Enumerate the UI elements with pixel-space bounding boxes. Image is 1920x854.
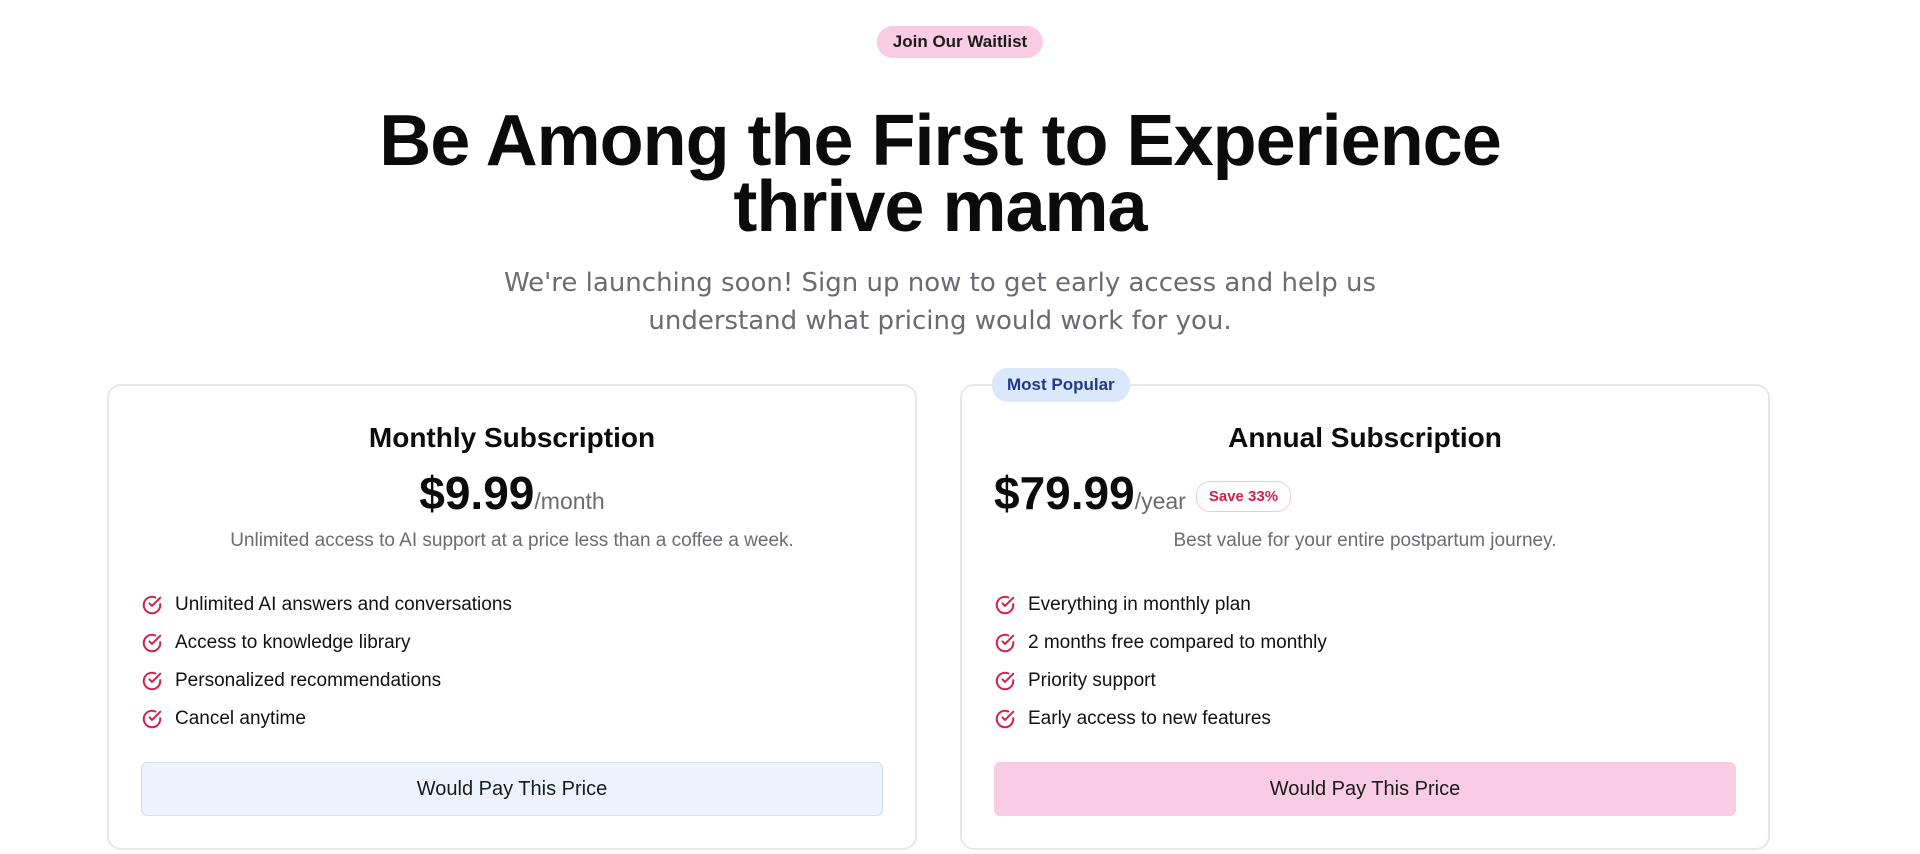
monthly-price: $9.99 <box>419 467 535 519</box>
feature-item: Early access to new features <box>994 700 1327 738</box>
check-circle-icon <box>142 709 162 729</box>
check-circle-icon <box>142 595 162 615</box>
annual-period: /year <box>1134 488 1186 514</box>
page-title: Be Among the First to Experience thrive … <box>0 105 1880 243</box>
feature-item: Everything in monthly plan <box>994 586 1327 624</box>
feature-item: Personalized recommendations <box>141 662 512 700</box>
annual-plan-title: Annual Subscription <box>1228 422 1502 453</box>
page-subtitle-line-2: understand what pricing would work for y… <box>648 306 1232 336</box>
monthly-plan-title: Monthly Subscription <box>368 422 656 453</box>
feature-item: Priority support <box>994 662 1327 700</box>
page-subtitle-line-1: We're launching soon! Sign up now to get… <box>503 268 1377 298</box>
annual-plan-card: Annual Subscription $79.99/year Save 33% … <box>960 384 1770 850</box>
most-popular-badge: Most Popular <box>992 368 1130 402</box>
feature-label: Cancel anytime <box>175 708 306 729</box>
feature-label: Priority support <box>1028 670 1156 691</box>
monthly-feature-list: Unlimited AI answers and conversations A… <box>141 586 512 738</box>
feature-label: Personalized recommendations <box>175 670 442 691</box>
monthly-plan-description: Unlimited access to AI support at a pric… <box>230 530 794 551</box>
check-circle-icon <box>995 595 1015 615</box>
feature-label: Everything in monthly plan <box>1028 594 1251 615</box>
save-badge: Save 33% <box>1195 481 1292 512</box>
feature-item: 2 months free compared to monthly <box>994 624 1327 662</box>
feature-label: Access to knowledge library <box>175 632 411 653</box>
annual-would-pay-button[interactable]: Would Pay This Price <box>994 762 1736 816</box>
monthly-plan-card: Monthly Subscription $9.99/month Unlimit… <box>107 384 917 850</box>
feature-item: Unlimited AI answers and conversations <box>141 586 512 624</box>
annual-plan-description: Best value for your entire postpartum jo… <box>1173 530 1557 551</box>
check-circle-icon <box>142 633 162 653</box>
annual-price-row: $79.99/year Save 33% <box>994 466 1292 520</box>
monthly-would-pay-button[interactable]: Would Pay This Price <box>141 762 883 816</box>
feature-label: Unlimited AI answers and conversations <box>175 594 512 615</box>
feature-label: Early access to new features <box>1028 708 1271 729</box>
waitlist-badge: Join Our Waitlist <box>876 26 1044 58</box>
monthly-period: /month <box>534 488 605 514</box>
feature-item: Access to knowledge library <box>141 624 512 662</box>
check-circle-icon <box>995 671 1015 691</box>
annual-feature-list: Everything in monthly plan 2 months free… <box>994 586 1327 738</box>
feature-label: 2 months free compared to monthly <box>1028 632 1327 653</box>
annual-price: $79.99 <box>994 467 1135 519</box>
page-title-line-2: thrive mama <box>733 167 1147 247</box>
monthly-price-row: $9.99/month <box>109 466 915 520</box>
check-circle-icon <box>995 709 1015 729</box>
feature-item: Cancel anytime <box>141 700 512 738</box>
page-subtitle: We're launching soon! Sign up now to get… <box>0 264 1880 340</box>
check-circle-icon <box>995 633 1015 653</box>
check-circle-icon <box>142 671 162 691</box>
